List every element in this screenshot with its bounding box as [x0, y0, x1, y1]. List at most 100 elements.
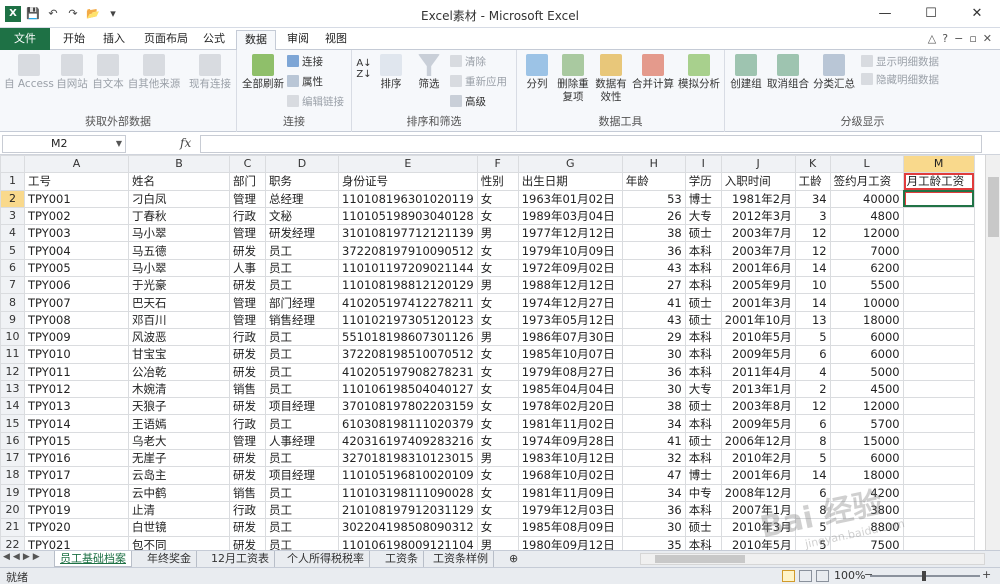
cell-b19[interactable]: 云中鹤: [128, 483, 230, 502]
cell-c17[interactable]: 研发: [229, 449, 266, 468]
cell-i9[interactable]: 硕士: [684, 310, 722, 329]
filter-button[interactable]: 筛选: [412, 54, 446, 91]
cell-l18[interactable]: 18000: [829, 466, 904, 485]
row-header[interactable]: 6: [0, 258, 25, 278]
cell-i19[interactable]: 中专: [684, 483, 722, 502]
cell-d15[interactable]: 员工: [265, 414, 339, 433]
page-layout-view-icon[interactable]: [799, 570, 812, 582]
cell-m10[interactable]: [902, 327, 975, 347]
cell-l5[interactable]: 7000: [829, 241, 904, 260]
cell-l2[interactable]: 40000: [829, 189, 904, 208]
hide-detail-button[interactable]: 隐藏明细数据: [861, 72, 939, 88]
cell-k18[interactable]: 14: [794, 466, 831, 485]
cell-a14[interactable]: TPY013: [24, 397, 129, 416]
cell-k8[interactable]: 14: [794, 293, 831, 312]
cell-b3[interactable]: 丁春秋: [128, 206, 230, 226]
cell-i10[interactable]: 本科: [684, 327, 722, 347]
group-button[interactable]: 创建组: [729, 54, 763, 91]
cell-h22[interactable]: 35: [621, 535, 686, 550]
cell-m1[interactable]: 月工龄工资: [902, 172, 975, 191]
row-header[interactable]: 13: [0, 379, 25, 399]
cell-a8[interactable]: TPY007: [24, 293, 129, 312]
cell-a4[interactable]: TPY003: [24, 224, 129, 243]
cell-d2[interactable]: 总经理: [265, 189, 339, 208]
cell-g5[interactable]: 1979年10月09日: [517, 241, 623, 260]
tab-insert[interactable]: 插入: [98, 30, 130, 50]
cell-c7[interactable]: 研发: [229, 276, 266, 295]
from-access-button[interactable]: 自 Access: [4, 54, 54, 91]
cell-h14[interactable]: 38: [621, 397, 686, 416]
minimize-button[interactable]: —: [862, 0, 908, 28]
vertical-scroll-thumb[interactable]: [988, 177, 999, 237]
cell-b20[interactable]: 止清: [128, 500, 230, 520]
cell-a10[interactable]: TPY009: [24, 327, 129, 347]
cell-i14[interactable]: 硕士: [684, 397, 722, 416]
cell-a16[interactable]: TPY015: [24, 431, 129, 451]
cell-m13[interactable]: [902, 379, 975, 399]
cell-g8[interactable]: 1974年12月27日: [517, 293, 623, 312]
cell-i20[interactable]: 本科: [684, 500, 722, 520]
cell-l16[interactable]: 15000: [829, 431, 904, 451]
cell-k9[interactable]: 13: [794, 310, 831, 329]
row-header[interactable]: 11: [0, 345, 25, 364]
cell-f13[interactable]: 女: [476, 379, 519, 399]
name-box[interactable]: M2 ▼: [2, 135, 126, 153]
cell-d9[interactable]: 销售经理: [265, 310, 339, 329]
cell-e4[interactable]: 310108197712121139: [338, 224, 478, 243]
cell-b2[interactable]: 刁白凤: [128, 189, 230, 208]
cell-c14[interactable]: 研发: [229, 397, 266, 416]
cell-c4[interactable]: 管理: [229, 224, 266, 243]
cell-f8[interactable]: 女: [476, 293, 519, 312]
cell-e19[interactable]: 110103198111090028: [338, 483, 478, 502]
row-header[interactable]: 7: [0, 276, 25, 295]
row-header[interactable]: 22: [0, 535, 25, 550]
data-validation-button[interactable]: 数据有效性: [593, 54, 629, 104]
row-header[interactable]: 3: [0, 206, 25, 226]
cell-c6[interactable]: 人事: [229, 258, 266, 278]
cell-k21[interactable]: 5: [794, 518, 831, 537]
cell-a20[interactable]: TPY019: [24, 500, 129, 520]
cell-b21[interactable]: 白世镜: [128, 518, 230, 537]
cell-m12[interactable]: [902, 362, 975, 381]
cell-f16[interactable]: 女: [476, 431, 519, 451]
tab-file[interactable]: 文件: [0, 28, 50, 50]
row-header[interactable]: 4: [0, 224, 25, 243]
cell-f17[interactable]: 男: [476, 449, 519, 468]
cell-m3[interactable]: [902, 206, 975, 226]
doc-minimize-icon[interactable]: −: [954, 32, 963, 45]
cell-e7[interactable]: 110108198812120129: [338, 276, 478, 295]
cell-g6[interactable]: 1972年09月02日: [517, 258, 623, 278]
cell-e1[interactable]: 身份证号: [338, 172, 478, 191]
cell-h2[interactable]: 53: [621, 189, 686, 208]
cell-k1[interactable]: 工龄: [794, 172, 831, 191]
cell-f5[interactable]: 女: [476, 241, 519, 260]
cell-c2[interactable]: 管理: [229, 189, 266, 208]
cell-i3[interactable]: 大专: [684, 206, 722, 226]
close-button[interactable]: ✕: [954, 0, 1000, 28]
cell-f22[interactable]: 男: [476, 535, 519, 550]
cell-k15[interactable]: 6: [794, 414, 831, 433]
cell-c3[interactable]: 行政: [229, 206, 266, 226]
cell-k13[interactable]: 2: [794, 379, 831, 399]
cell-a6[interactable]: TPY005: [24, 258, 129, 278]
cell-g1[interactable]: 出生日期: [517, 172, 623, 191]
cell-c9[interactable]: 管理: [229, 310, 266, 329]
cell-l22[interactable]: 7500: [829, 535, 904, 550]
cell-k4[interactable]: 12: [794, 224, 831, 243]
column-header-f[interactable]: F: [476, 155, 519, 174]
cell-b11[interactable]: 甘宝宝: [128, 345, 230, 364]
cell-l8[interactable]: 10000: [829, 293, 904, 312]
clear-button[interactable]: 清除: [450, 54, 486, 70]
cell-b9[interactable]: 邓百川: [128, 310, 230, 329]
cell-f1[interactable]: 性别: [476, 172, 519, 191]
cell-j10[interactable]: 2010年5月: [720, 327, 796, 347]
cell-l6[interactable]: 6200: [829, 258, 904, 278]
cell-e12[interactable]: 410205197908278231: [338, 362, 478, 381]
cell-m21[interactable]: [902, 518, 975, 537]
cell-j19[interactable]: 2008年12月: [720, 483, 796, 502]
cell-a17[interactable]: TPY016: [24, 449, 129, 468]
cell-c13[interactable]: 销售: [229, 379, 266, 399]
column-header-h[interactable]: H: [621, 155, 686, 174]
help-icon[interactable]: ?: [942, 32, 948, 45]
column-header-m[interactable]: M: [902, 155, 975, 174]
